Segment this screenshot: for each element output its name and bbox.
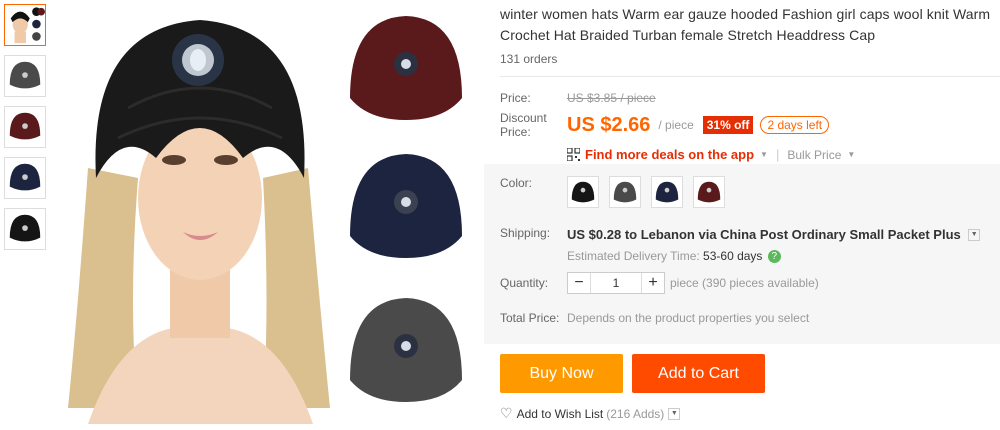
original-price: US $3.85 / piece [567, 91, 656, 105]
delivery-estimate: Estimated Delivery Time: 53-60 days ? [567, 249, 980, 264]
product-image-gray[interactable] [344, 290, 468, 414]
color-swatch-navy[interactable] [651, 176, 683, 208]
price-unit: / piece [658, 118, 694, 132]
chevron-down-icon[interactable]: ▼ [847, 150, 855, 159]
help-icon[interactable]: ? [767, 250, 781, 264]
product-image-burgundy[interactable] [344, 8, 468, 132]
color-selector: Color: [500, 176, 735, 208]
chevron-down-icon[interactable]: ▼ [968, 228, 981, 241]
thumbnail-model[interactable] [4, 4, 46, 46]
color-swatch-black[interactable] [567, 176, 599, 208]
discount-price-label: Discount Price: [500, 111, 547, 139]
shipping-method[interactable]: US $0.28 to Lebanon via China Post Ordin… [567, 227, 961, 242]
total-price-section: Total Price: Depends on the product prop… [500, 311, 809, 325]
color-label: Color: [500, 176, 533, 190]
heart-icon[interactable]: ♡ [500, 405, 513, 422]
wishlist-section: ♡ Add to Wish List (216 Adds) ▼ [500, 405, 681, 422]
quantity-section: Quantity: − 1 + piece (390 pieces availa… [500, 272, 819, 294]
quantity-availability: piece (390 pieces available) [670, 276, 819, 290]
product-title: winter women hats Warm ear gauze hooded … [500, 6, 991, 43]
thumbnail-burgundy[interactable] [4, 106, 46, 148]
price-label: Price: [500, 91, 531, 105]
thumbnail-gray[interactable] [4, 55, 46, 97]
delivery-estimate-label: Estimated Delivery Time: [567, 249, 700, 263]
product-details: winter women hats Warm ear gauze hooded … [500, 4, 1000, 162]
chevron-down-icon[interactable]: ▼ [668, 407, 681, 420]
increase-quantity-button[interactable]: + [642, 273, 664, 293]
shipping-section: Shipping: US $0.28 to Lebanon via China … [500, 226, 981, 264]
discount-price: US $2.66 [567, 113, 651, 136]
discount-badge: 31% off [702, 116, 754, 134]
total-price-label: Total Price: [500, 311, 560, 325]
main-product-image[interactable] [58, 8, 340, 424]
thumbnail-black[interactable] [4, 208, 46, 250]
wishlist-count: (216 Adds) [606, 406, 665, 421]
quantity-stepper: − 1 + [567, 272, 665, 294]
thumbnail-navy[interactable] [4, 157, 46, 199]
thumbnail-strip [4, 4, 48, 259]
add-to-cart-button[interactable]: Add to Cart [632, 354, 765, 393]
total-price-note: Depends on the product properties you se… [567, 311, 810, 325]
bulk-price-toggle[interactable]: Bulk Price [787, 148, 841, 162]
price-box: Price: US $3.85 / piece Discount Price: … [500, 77, 1000, 162]
product-image-navy[interactable] [344, 146, 468, 270]
days-left-badge: 2 days left [760, 116, 830, 134]
qr-code-icon [567, 148, 580, 161]
decrease-quantity-button[interactable]: − [568, 273, 590, 293]
color-swatch-burgundy[interactable] [693, 176, 725, 208]
buy-now-button[interactable]: Buy Now [500, 354, 623, 393]
add-to-wishlist-link[interactable]: Add to Wish List [517, 407, 604, 421]
order-count: 131 orders [500, 52, 558, 66]
shipping-label: Shipping: [500, 226, 551, 240]
app-deals-link[interactable]: Find more deals on the app [585, 147, 754, 162]
quantity-label: Quantity: [500, 276, 549, 290]
chevron-down-icon[interactable]: ▼ [760, 150, 768, 159]
separator: | [775, 147, 780, 162]
color-swatch-gray[interactable] [609, 176, 641, 208]
quantity-input[interactable]: 1 [590, 273, 642, 293]
delivery-estimate-value: 53-60 days [703, 249, 763, 263]
